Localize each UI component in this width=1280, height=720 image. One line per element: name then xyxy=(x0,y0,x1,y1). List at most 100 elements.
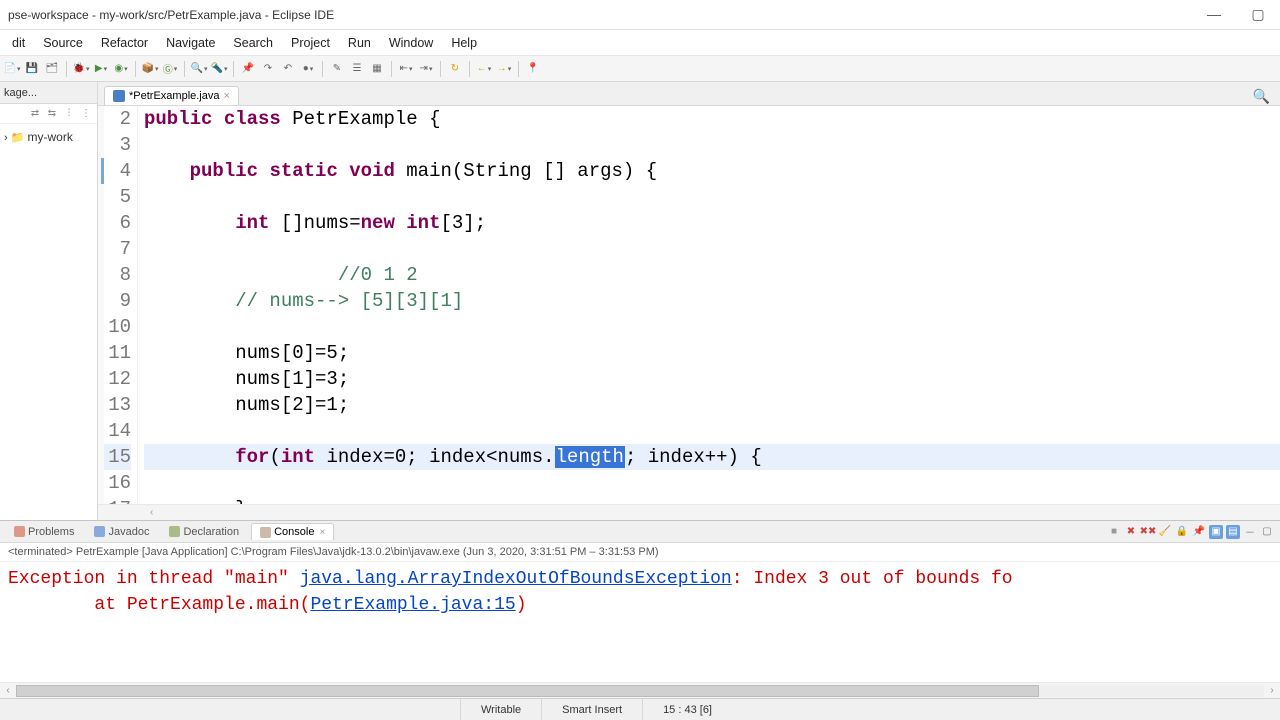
close-icon[interactable]: × xyxy=(224,90,230,102)
scroll-lock-icon[interactable]: 🔒 xyxy=(1175,525,1189,539)
declaration-icon xyxy=(169,526,180,537)
max-icon[interactable]: ▢ xyxy=(1260,525,1274,539)
save-all-icon[interactable]: 🗂 xyxy=(44,61,60,77)
menubar: dit Source Refactor Navigate Search Proj… xyxy=(0,30,1280,56)
menu-project[interactable]: Project xyxy=(283,32,338,54)
display-icon[interactable]: ▣ xyxy=(1209,525,1223,539)
scroll-thumb[interactable] xyxy=(16,685,1039,697)
nav-next-icon[interactable]: ⇥ xyxy=(418,61,434,77)
stack-trace-link[interactable]: java.lang.ArrayIndexOutOfBoundsException xyxy=(300,569,732,589)
tab-declaration[interactable]: Declaration xyxy=(161,523,247,540)
terminate-icon[interactable]: ■ xyxy=(1107,525,1121,539)
status-cursor-position: 15 : 43 [6] xyxy=(642,699,732,720)
main-toolbar: 📄 💾 🗂 🐞 ▶ ◉ 📦 Ⓖ 🔍 🔦 📌 ↷ ↶ ● ✎ ☰ ▦ ⇤ ⇥ ↻ … xyxy=(0,56,1280,82)
maximize-button[interactable]: ▢ xyxy=(1244,6,1272,23)
tab-console[interactable]: Console × xyxy=(251,523,334,540)
console-toolbar: ■ ✖ ✖✖ 🧹 🔒 📌 ▣ ▤ － ▢ xyxy=(1107,525,1274,539)
minimize-button[interactable]: — xyxy=(1200,6,1228,23)
back-icon[interactable]: ← xyxy=(476,61,492,77)
forward-icon[interactable]: → xyxy=(496,61,512,77)
coverage-icon[interactable]: ◉ xyxy=(113,61,129,77)
tab-label: Problems xyxy=(28,526,74,538)
menu-source[interactable]: Source xyxy=(35,32,91,54)
code-editor[interactable]: 234567891011121314151617 public class Pe… xyxy=(98,106,1280,504)
menu-navigate[interactable]: Navigate xyxy=(158,32,223,54)
editor-hscroll[interactable]: ‹ xyxy=(98,504,1280,520)
task-icon[interactable]: ✎ xyxy=(329,61,345,77)
window-title: pse-workspace - my-work/src/PetrExample.… xyxy=(8,8,334,22)
nav-prev-icon[interactable]: ⇤ xyxy=(398,61,414,77)
remove-icon[interactable]: ✖ xyxy=(1124,525,1138,539)
view-menu-icon[interactable]: ⋮ xyxy=(79,106,93,120)
open-console-icon[interactable]: ▤ xyxy=(1226,525,1240,539)
debug-icon[interactable]: 🐞 xyxy=(73,61,89,77)
menu-window[interactable]: Window xyxy=(381,32,441,54)
menu-refactor[interactable]: Refactor xyxy=(93,32,156,54)
problems-icon xyxy=(14,526,25,537)
toggle-mark-icon[interactable]: 📌 xyxy=(240,61,256,77)
tab-javadoc[interactable]: Javadoc xyxy=(86,523,157,540)
view-title: kage... xyxy=(4,87,37,99)
new-package-icon[interactable]: 📦 xyxy=(142,61,158,77)
pin-console-icon[interactable]: 📌 xyxy=(1192,525,1206,539)
search-icon[interactable]: 🔦 xyxy=(211,61,227,77)
step2-icon[interactable]: ↶ xyxy=(280,61,296,77)
close-icon[interactable]: × xyxy=(319,527,325,538)
menu-run[interactable]: Run xyxy=(340,32,379,54)
status-insert-mode: Smart Insert xyxy=(541,699,642,720)
scroll-track[interactable] xyxy=(16,685,1264,697)
task3-icon[interactable]: ▦ xyxy=(369,61,385,77)
package-explorer-toolbar: ⇄ ⇆ ⫶ ⋮ xyxy=(0,104,97,124)
titlebar: pse-workspace - my-work/src/PetrExample.… xyxy=(0,0,1280,30)
refresh-icon[interactable]: ↻ xyxy=(447,61,463,77)
filter-icon[interactable]: ⫶ xyxy=(62,106,76,120)
console-output[interactable]: Exception in thread "main" java.lang.Arr… xyxy=(0,562,1280,682)
tab-label: Console xyxy=(274,526,314,538)
editor-tab-label: *PetrExample.java xyxy=(129,90,220,102)
statusbar: Writable Smart Insert 15 : 43 [6] xyxy=(0,698,1280,720)
console-hscroll[interactable]: ‹ › xyxy=(0,682,1280,698)
console-header: <terminated> PetrExample [Java Applicati… xyxy=(0,543,1280,562)
pin-icon[interactable]: 📍 xyxy=(525,61,541,77)
window-controls: — ▢ xyxy=(1200,6,1272,23)
editor-tabstrip: *PetrExample.java × 🔍 xyxy=(98,82,1280,106)
breakpoint-icon[interactable]: ● xyxy=(300,61,316,77)
editor-tab[interactable]: *PetrExample.java × xyxy=(104,86,239,105)
min-icon[interactable]: － xyxy=(1243,525,1257,539)
task2-icon[interactable]: ☰ xyxy=(349,61,365,77)
clear-icon[interactable]: 🧹 xyxy=(1158,525,1172,539)
stack-trace-link[interactable]: PetrExample.java:15 xyxy=(310,595,515,615)
run-icon[interactable]: ▶ xyxy=(93,61,109,77)
toolbar-separator xyxy=(518,61,519,77)
step-icon[interactable]: ↷ xyxy=(260,61,276,77)
toolbar-separator xyxy=(440,61,441,77)
package-explorer: kage... ⇄ ⇆ ⫶ ⋮ my-work xyxy=(0,82,98,520)
save-icon[interactable]: 💾 xyxy=(24,61,40,77)
code-content[interactable]: public class PetrExample { public static… xyxy=(138,106,1280,504)
tab-label: Declaration xyxy=(183,526,239,538)
toolbar-separator xyxy=(469,61,470,77)
editor-area: *PetrExample.java × 🔍 234567891011121314… xyxy=(98,82,1280,520)
menu-help[interactable]: Help xyxy=(443,32,485,54)
remove-all-icon[interactable]: ✖✖ xyxy=(1141,525,1155,539)
bottom-panel: Problems Javadoc Declaration Console × ■… xyxy=(0,520,1280,698)
search-icon[interactable]: 🔍 xyxy=(1253,88,1274,105)
workspace: kage... ⇄ ⇆ ⫶ ⋮ my-work *PetrExample.jav… xyxy=(0,82,1280,520)
link-icon[interactable]: ⇆ xyxy=(45,106,59,120)
collapse-icon[interactable]: ⇄ xyxy=(28,106,42,120)
menu-edit[interactable]: dit xyxy=(4,32,33,54)
toolbar-separator xyxy=(391,61,392,77)
scroll-right-icon[interactable]: › xyxy=(1264,685,1280,696)
toolbar-separator xyxy=(184,61,185,77)
open-type-icon[interactable]: 🔍 xyxy=(191,61,207,77)
scroll-left-icon[interactable]: ‹ xyxy=(0,685,16,696)
new-class-icon[interactable]: Ⓖ xyxy=(162,61,178,77)
toolbar-separator xyxy=(322,61,323,77)
menu-search[interactable]: Search xyxy=(225,32,281,54)
package-explorer-header: kage... xyxy=(0,82,97,104)
new-icon[interactable]: 📄 xyxy=(4,61,20,77)
tab-problems[interactable]: Problems xyxy=(6,523,82,540)
tree-item-project[interactable]: my-work xyxy=(4,128,93,146)
project-tree[interactable]: my-work xyxy=(0,124,97,150)
line-gutter[interactable]: 234567891011121314151617 xyxy=(104,106,138,504)
